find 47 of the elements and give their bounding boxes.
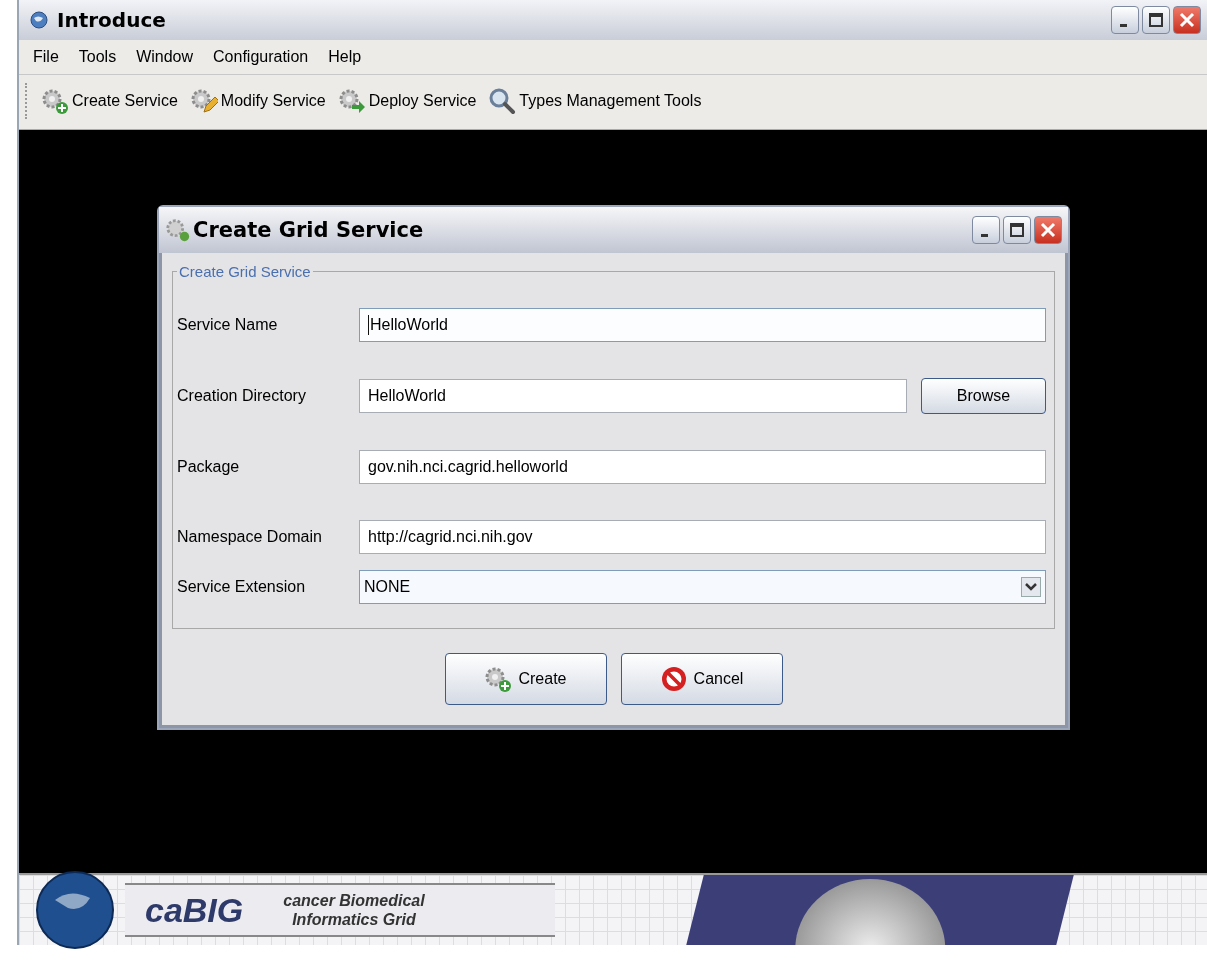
- maximize-icon: [1146, 10, 1166, 30]
- minimize-button[interactable]: [1111, 6, 1139, 34]
- dialog-title: Create Grid Service: [193, 218, 425, 242]
- text-field[interactable]: HelloWorld: [359, 379, 907, 413]
- toolbar-button[interactable]: Create Service: [39, 87, 180, 115]
- group-title: Create Grid Service: [178, 263, 312, 280]
- minimize-button[interactable]: [972, 216, 1000, 244]
- toolbar-button[interactable]: Deploy Service: [335, 87, 479, 115]
- menu-item[interactable]: File: [23, 48, 69, 66]
- toolbar-button[interactable]: Modify Service: [187, 87, 328, 115]
- maximize-icon: [1007, 220, 1027, 240]
- globe-icon: [29, 10, 49, 30]
- dropdown-field[interactable]: NONE: [359, 570, 1046, 604]
- menu-item[interactable]: Configuration: [203, 48, 319, 66]
- text-field[interactable]: HelloWorld: [359, 308, 1046, 342]
- field-label: Creation Directory: [177, 387, 307, 405]
- window-title: Introduce: [57, 8, 167, 32]
- gear-arrow-icon: [337, 87, 366, 115]
- cancel-button[interactable]: Cancel: [620, 653, 783, 705]
- maximize-button[interactable]: [1003, 216, 1031, 244]
- text-cursor: [368, 315, 369, 335]
- field-label: Namespace Domain: [177, 528, 323, 546]
- globe-icon: [35, 870, 115, 950]
- field-label: Package: [177, 458, 241, 476]
- toolbar-button[interactable]: Types Management Tools: [486, 87, 704, 115]
- maximize-button[interactable]: [1142, 6, 1170, 34]
- logo-text: caBIG: [145, 890, 244, 930]
- tagline: cancer Biomedical Informatics Grid: [283, 890, 425, 930]
- gear-pencil-icon: [189, 87, 218, 115]
- text-field[interactable]: gov.nih.nci.cagrid.helloworld: [359, 450, 1046, 484]
- minimize-icon: [980, 233, 988, 237]
- field-label: Service Name: [177, 316, 279, 334]
- close-icon: [1038, 220, 1058, 240]
- create-button[interactable]: Create: [444, 653, 607, 705]
- menu-item[interactable]: Tools: [68, 48, 127, 66]
- close-button[interactable]: [1034, 216, 1062, 244]
- menu-item[interactable]: Window: [126, 48, 204, 66]
- chevron-down-icon: [1021, 577, 1041, 597]
- menu-item[interactable]: Help: [318, 48, 372, 66]
- field-label: Service Extension: [177, 578, 307, 596]
- search-icon: [488, 87, 517, 115]
- text-field[interactable]: http://cagrid.nci.nih.gov: [359, 520, 1046, 554]
- browse-button[interactable]: Browse: [921, 378, 1046, 414]
- close-icon: [1177, 10, 1197, 30]
- minimize-icon: [1119, 23, 1127, 27]
- no-entry-icon: [659, 665, 688, 693]
- close-button[interactable]: [1173, 6, 1201, 34]
